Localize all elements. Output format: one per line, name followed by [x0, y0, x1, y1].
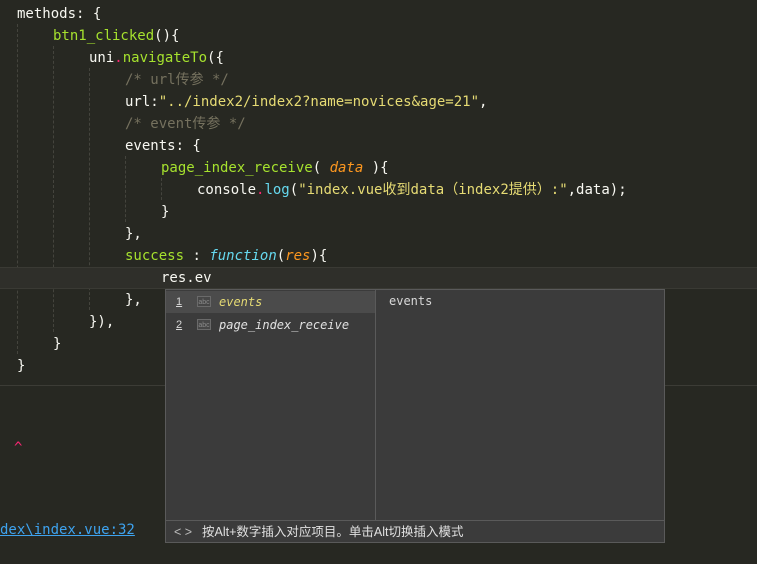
- code-line[interactable]: success : function(res){: [0, 245, 757, 267]
- code-line[interactable]: url:"../index2/index2?name=novices&age=2…: [0, 91, 757, 113]
- property-name: success: [125, 248, 185, 264]
- code-keyword: function: [209, 248, 277, 264]
- code-text: ({: [207, 50, 224, 66]
- code-param: res: [285, 248, 311, 264]
- autocomplete-popup: 1 abc events 2 abc page_index_receive ev…: [165, 289, 665, 543]
- code-line[interactable]: methods: {: [0, 3, 757, 25]
- autocomplete-detail: events: [389, 294, 433, 308]
- code-line[interactable]: /* event传参 */: [0, 113, 757, 135]
- text-suggestion-icon: abc: [197, 296, 211, 307]
- code-string: "index.vue收到data（index2提供）:": [298, 182, 568, 198]
- text-suggestion-icon: abc: [197, 319, 211, 330]
- autocomplete-list: 1 abc events 2 abc page_index_receive: [166, 290, 376, 520]
- code-text: }: [17, 358, 26, 374]
- code-text: ,: [479, 94, 488, 110]
- code-line[interactable]: console.log("index.vue收到data（index2提供）:"…: [0, 179, 757, 201]
- code-string: "../index2/index2?name=novices&age=21": [158, 94, 480, 110]
- code-text: },: [125, 226, 142, 242]
- code-text: ,data);: [567, 182, 627, 198]
- autocomplete-item[interactable]: 1 abc events: [166, 291, 375, 313]
- current-code-line[interactable]: res.ev: [0, 267, 757, 289]
- code-text: methods: {: [17, 6, 102, 22]
- code-text: url:: [125, 94, 159, 110]
- autocomplete-hint: 按Alt+数字插入对应项目。单击Alt切换插入模式: [202, 525, 464, 539]
- file-link[interactable]: dex\index.vue:32: [0, 522, 135, 538]
- page-nav-arrows[interactable]: < >: [174, 521, 192, 543]
- code-text: res.ev: [161, 270, 212, 286]
- function-name: page_index_receive: [161, 160, 313, 176]
- code-text: (: [312, 160, 330, 176]
- autocomplete-item[interactable]: 2 abc page_index_receive: [166, 314, 375, 336]
- code-text: }: [53, 336, 62, 352]
- item-number: 1: [176, 296, 183, 308]
- code-line[interactable]: uni.navigateTo({: [0, 47, 757, 69]
- item-label: page_index_receive: [219, 318, 350, 332]
- code-line[interactable]: /* url传参 */: [0, 69, 757, 91]
- code-line[interactable]: page_index_receive( data ){: [0, 157, 757, 179]
- method-name: navigateTo: [122, 50, 208, 66]
- code-text: (: [289, 182, 299, 198]
- error-caret: ^: [14, 440, 23, 456]
- item-number: 2: [176, 319, 183, 331]
- code-text: }),: [89, 314, 115, 330]
- code-text: (){: [154, 28, 180, 44]
- code-text: uni: [89, 50, 115, 66]
- code-line[interactable]: events: {: [0, 135, 757, 157]
- code-text: events: {: [125, 138, 201, 154]
- autocomplete-footer: < > 按Alt+数字插入对应项目。单击Alt切换插入模式: [166, 520, 664, 543]
- code-line[interactable]: }: [0, 201, 757, 223]
- code-line[interactable]: btn1_clicked(){: [0, 25, 757, 47]
- code-text: }: [161, 204, 170, 220]
- code-param: data: [329, 160, 364, 176]
- code-text: .: [114, 50, 123, 66]
- code-text: ){: [310, 248, 328, 264]
- code-comment: /* event传参 */: [125, 116, 246, 132]
- code-line[interactable]: },: [0, 223, 757, 245]
- code-text: ){: [363, 160, 389, 176]
- code-text: console: [197, 182, 257, 198]
- method-name: log: [264, 182, 290, 198]
- function-name: btn1_clicked: [53, 28, 155, 44]
- code-text: },: [125, 292, 142, 308]
- item-label: events: [219, 295, 263, 309]
- code-text: (: [276, 248, 286, 264]
- code-comment: /* url传参 */: [125, 72, 229, 88]
- code-text: :: [184, 248, 210, 264]
